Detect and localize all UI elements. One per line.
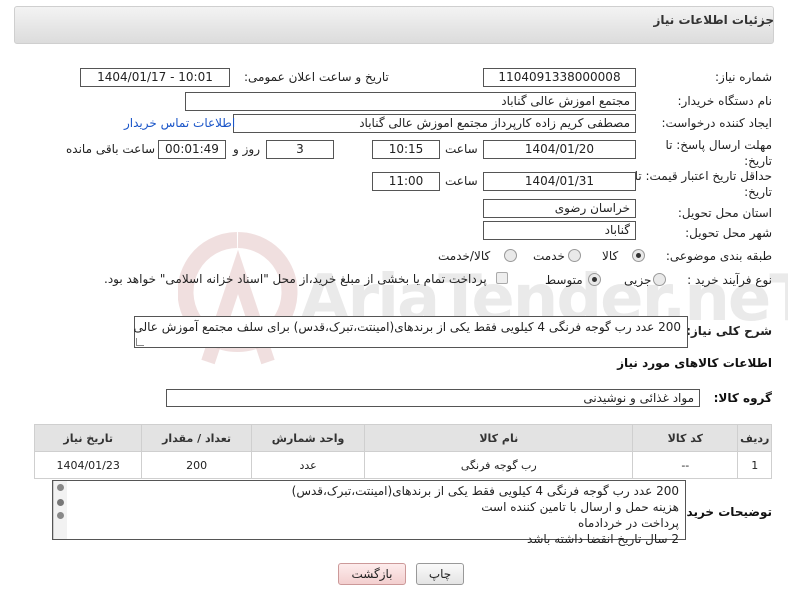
validity-time-field[interactable]: 11:00 bbox=[372, 172, 440, 191]
cell-code: -- bbox=[632, 451, 739, 479]
category-goods-service-label: کالا/خدمت bbox=[438, 249, 491, 263]
goods-info-heading: اطلاعات کالاهای مورد نیاز bbox=[617, 356, 772, 370]
general-desc-text: 200 عدد رب گوجه فرنگی 4 کیلویی فقط یکی ا… bbox=[133, 320, 681, 334]
category-service-label: خدمت bbox=[533, 249, 565, 263]
buyer-notes-line: هزینه حمل و ارسال با تامین کننده است bbox=[481, 500, 679, 514]
items-table: ردیف کد کالا نام کالا واحد شمارش تعداد /… bbox=[33, 424, 772, 479]
cell-date: 1404/01/23 bbox=[33, 451, 143, 479]
day-and-label: روز و bbox=[233, 142, 260, 156]
province-label: استان محل تحویل: bbox=[677, 206, 772, 220]
category-label: طبقه بندی موضوعی: bbox=[665, 249, 772, 263]
category-service-radio[interactable] bbox=[568, 249, 581, 262]
buyer-org-label: نام دستگاه خریدار: bbox=[677, 94, 773, 108]
watermark-logo-icon bbox=[177, 232, 298, 382]
back-button[interactable]: بازگشت bbox=[338, 563, 406, 585]
city-field[interactable]: گناباد bbox=[483, 221, 636, 240]
col-row: ردیف bbox=[737, 424, 772, 452]
announce-datetime-label: تاریخ و ساعت اعلان عمومی: bbox=[244, 70, 389, 84]
process-medium-radio[interactable] bbox=[588, 273, 601, 286]
cell-name: رب گوجه فرنگی bbox=[364, 451, 634, 479]
requester-field[interactable]: مصطفی کریم زاده کارپرداز مجتمع اموزش عال… bbox=[233, 114, 636, 133]
reply-hour-label: ساعت bbox=[445, 142, 478, 156]
scroll-down-icon[interactable] bbox=[57, 512, 64, 519]
buyer-notes-line: پرداخت در خردادماه bbox=[577, 516, 679, 530]
process-medium-label: متوسط bbox=[545, 273, 583, 287]
payment-treasury-checkbox[interactable] bbox=[496, 272, 508, 284]
page-title: جزئیات اطلاعات نیاز bbox=[653, 13, 774, 27]
reply-date-field[interactable]: 1404/01/20 bbox=[483, 140, 636, 159]
remaining-time-field[interactable]: 00:01:49 bbox=[158, 140, 226, 159]
buyer-notes-field[interactable]: 200 عدد رب گوجه فرنگی 4 کیلویی فقط یکی ا… bbox=[52, 480, 686, 546]
cell-qty: 200 bbox=[141, 451, 252, 479]
reply-time-field[interactable]: 10:15 bbox=[372, 140, 440, 159]
category-goods-label: کالا bbox=[602, 249, 619, 263]
category-goods-service-radio[interactable] bbox=[504, 249, 517, 262]
price-validity-label: حداقل تاریخ اعتبار قیمت: تا تاریخ: bbox=[634, 169, 772, 199]
scroll-up-icon[interactable] bbox=[57, 484, 64, 491]
buyer-notes-line: 200 عدد رب گوجه فرنگی 4 کیلویی فقط یکی ا… bbox=[291, 484, 679, 498]
process-small-radio[interactable] bbox=[653, 273, 666, 286]
requester-label: ایجاد کننده درخواست: bbox=[661, 116, 772, 130]
buyer-contact-link[interactable]: اطلاعات تماس خریدار bbox=[124, 116, 235, 130]
province-field[interactable]: خراسان رضوی bbox=[483, 199, 636, 218]
buyer-notes-line: 2 سال تاریخ انقضا داشته باشد bbox=[527, 532, 679, 546]
col-name: نام کالا bbox=[364, 424, 634, 452]
general-desc-field[interactable]: 200 عدد رب گوجه فرنگی 4 کیلویی فقط یکی ا… bbox=[133, 316, 688, 348]
table-row[interactable]: 1 -- رب گوجه فرنگی عدد 200 1404/01/23 bbox=[33, 451, 772, 479]
cell-unit: عدد bbox=[250, 451, 366, 479]
city-label: شهر محل تحویل: bbox=[685, 226, 772, 240]
col-date: تاریخ نیاز bbox=[33, 424, 143, 452]
announce-datetime-field[interactable]: 1404/01/17 - 10:01 bbox=[80, 68, 230, 87]
reply-deadline-label: مهلت ارسال پاسخ: تا تاریخ: bbox=[665, 138, 772, 168]
general-desc-resize-handle[interactable] bbox=[136, 338, 144, 346]
goods-group-field[interactable]: مواد غذائی و نوشیدنی bbox=[166, 389, 700, 407]
scroll-thumb[interactable] bbox=[57, 499, 64, 506]
goods-group-label: گروه کالا: bbox=[713, 391, 772, 405]
print-button[interactable]: چاپ bbox=[416, 563, 464, 585]
buyer-notes-scrollbar[interactable] bbox=[53, 481, 67, 539]
remaining-label: ساعت باقی مانده bbox=[66, 142, 156, 156]
need-number-label: شماره نیاز: bbox=[715, 70, 772, 84]
process-type-label: نوع فرآیند خرید : bbox=[687, 273, 772, 287]
general-desc-label: شرح کلی نیاز: bbox=[686, 324, 772, 338]
buyer-org-field[interactable]: مجتمع اموزش عالی گناباد bbox=[185, 92, 636, 111]
col-code: کد کالا bbox=[632, 424, 739, 452]
validity-date-field[interactable]: 1404/01/31 bbox=[483, 172, 636, 191]
validity-hour-label: ساعت bbox=[445, 174, 478, 188]
col-unit: واحد شمارش bbox=[250, 424, 366, 452]
category-goods-radio[interactable] bbox=[632, 249, 645, 262]
process-small-label: جزیی bbox=[624, 273, 652, 287]
need-number-field[interactable]: 1104091338000008 bbox=[483, 68, 636, 87]
payment-note: پرداخت تمام یا بخشی از مبلغ خرید،از محل … bbox=[104, 272, 487, 286]
items-table-header: ردیف کد کالا نام کالا واحد شمارش تعداد /… bbox=[33, 424, 772, 452]
reply-days-field[interactable]: 3 bbox=[266, 140, 334, 159]
col-qty: تعداد / مقدار bbox=[141, 424, 252, 452]
cell-row: 1 bbox=[737, 451, 772, 479]
